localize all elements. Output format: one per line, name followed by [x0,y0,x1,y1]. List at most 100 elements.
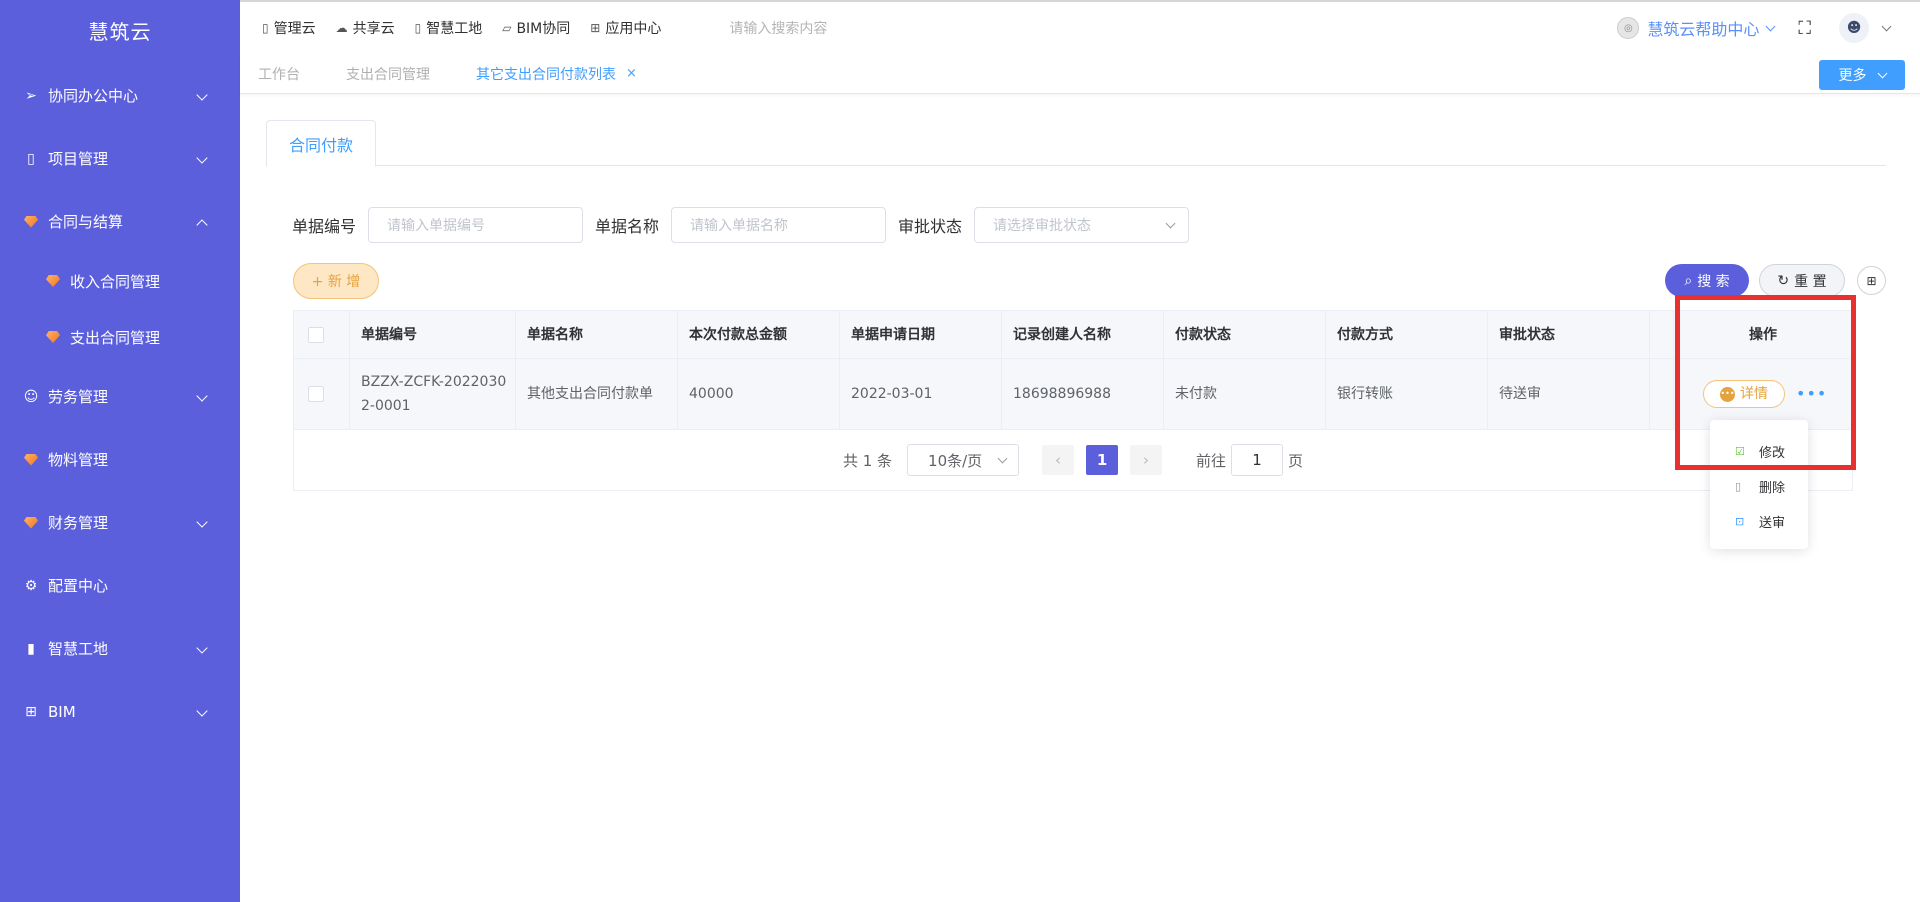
column-settings-icon[interactable]: ⊞ [1857,266,1886,295]
top-bar: ▯ 管理云 ☁ 共享云 ▯ 智慧工地 ▱ BIM协同 ⊞ 应用中心 请输入搜索内容 ◎ 慧… [240,0,1920,54]
top-search-input[interactable]: 请输入搜索内容 [729,18,929,38]
cell-payment-status: 未付款 [1164,359,1326,429]
name-input[interactable]: 请输入单据名称 [671,207,887,243]
sidebar-item-labor[interactable]: ☺ 劳务管理 [0,365,240,428]
goto-page-input[interactable]: 1 [1231,444,1284,476]
chevron-down-icon [196,151,208,164]
chevron-down-icon [997,453,1008,464]
highlight-box [1675,295,1856,470]
column-header: 单据申请日期 [840,311,1002,358]
add-button[interactable]: + 新 增 [293,263,379,299]
column-header [1650,311,1674,358]
help-center-label: 慧筑云帮助中心 [1647,20,1760,39]
tab-contract-payment[interactable]: 合同付款 [266,120,376,167]
diamond-icon [22,516,40,529]
sidebar-item-material[interactable]: 物料管理 [0,428,240,491]
page-size-value: 10条/页 [928,451,983,470]
search-icon: ⌕ [1684,272,1693,289]
topnav-app-center[interactable]: ⊞ 应用中心 [590,18,661,38]
send-icon: ➢ [25,87,37,104]
sidebar-item-bim[interactable]: ⊞ BIM [0,680,240,743]
goto-label: 前往 [1196,451,1227,470]
chevron-down-icon [196,515,208,528]
cloud-icon: ☁ [335,21,348,35]
sub-tabs: 合同付款 [266,120,1886,167]
table-tools: ⌕ 搜 索 ↻ 重 置 ⊞ [1665,264,1886,297]
sidebar-item-smart-site[interactable]: ▮ 智慧工地 [0,617,240,680]
chevron-left-icon: ‹ [1055,451,1062,469]
refresh-icon: ↻ [1777,272,1790,289]
sidebar-item-office[interactable]: ➢ 协同办公中心 [0,64,240,127]
tab-label: 其它支出合同付款列表 [476,66,616,83]
sidebar-item-label: 协同办公中心 [48,87,139,105]
cell-name: 其他支出合同付款单 [516,359,678,429]
status-placeholder: 请选择审批状态 [993,218,1092,234]
menu-item-delete[interactable]: ▯ 删除 [1710,469,1808,504]
prev-page-button[interactable]: ‹ [1042,445,1075,475]
filter-bar: 单据编号 请输入单据编号 单据名称 请输入单据名称 审批状态 请选择审批状态 [292,207,1201,243]
top-nav: ▯ 管理云 ☁ 共享云 ▯ 智慧工地 ▱ BIM协同 ⊞ 应用中心 [262,18,681,38]
submit-review-icon: ⊡ [1735,515,1745,528]
sidebar-item-contract[interactable]: 合同与结算 [0,190,240,253]
column-header: 付款方式 [1326,311,1488,358]
document-icon: ▯ [414,21,422,35]
cell-code: BZZX-ZCFK-20220302-0001 [350,359,516,429]
sidebar-item-label: 智慧工地 [48,640,109,658]
search-button[interactable]: ⌕ 搜 索 [1665,264,1749,297]
sidebar-item-expense-contract[interactable]: 支出合同管理 [0,309,240,365]
fullscreen-icon[interactable]: ⛶ [1798,18,1811,39]
column-header: 单据编号 [350,311,516,358]
next-page-button[interactable]: › [1130,445,1163,475]
sidebar-item-label: 收入合同管理 [70,272,161,291]
reset-button[interactable]: ↻ 重 置 [1759,264,1845,297]
sidebar-item-income-contract[interactable]: 收入合同管理 [0,253,240,309]
row-checkbox[interactable] [308,386,324,402]
pager-total: 共 1 条 [842,451,893,470]
more-label: 更多 [1838,68,1867,84]
more-button[interactable]: 更多 [1819,60,1905,90]
diamond-icon [44,275,62,287]
page-number[interactable]: 1 [1086,445,1119,475]
select-all-checkbox[interactable] [308,326,324,343]
topnav-bim[interactable]: ▱ BIM协同 [502,18,570,38]
sidebar-item-finance[interactable]: 财务管理 [0,491,240,554]
code-input[interactable]: 请输入单据编号 [368,207,584,243]
chevron-down-icon [196,88,208,101]
sidebar: 慧筑云 ➢ 协同办公中心 ▯ 项目管理 合同与结算 收入合同管理 支出合同管理 ☺ 劳… [0,0,240,902]
cell-creator: 18698896988 [1002,359,1164,429]
close-icon[interactable]: × [626,66,637,81]
tab-other-expense-payment[interactable]: 其它支出合同付款列表 × [476,64,637,84]
topnav-share-cloud[interactable]: ☁ 共享云 [336,18,395,38]
chevron-down-icon[interactable] [1881,21,1892,31]
column-header: 本次付款总金额 [678,311,840,358]
book-icon: ▯ [27,150,35,167]
topnav-smart-site[interactable]: ▯ 智慧工地 [415,18,483,38]
reset-label: 重 置 [1794,273,1827,290]
topnav-label: 应用中心 [605,21,662,37]
column-header: 单据名称 [516,311,678,358]
bar-chart-icon: ▮ [27,640,35,657]
payment-table: 单据编号 单据名称 本次付款总金额 单据申请日期 记录创建人名称 付款状态 付款… [293,310,1853,491]
sidebar-item-project[interactable]: ▯ 项目管理 [0,127,240,190]
help-logo-icon: ◎ [1617,17,1640,39]
status-label: 审批状态 [898,217,963,236]
tab-workbench[interactable]: 工作台 [258,64,300,84]
sidebar-item-label: 合同与结算 [48,213,124,231]
pagination: 共 1 条 10条/页 ‹ 1 › 前往 1 页 [294,430,1852,490]
diamond-icon [22,453,40,466]
topnav-management-cloud[interactable]: ▯ 管理云 [262,18,316,38]
gear-icon: ⚙ [24,577,38,594]
column-header: 付款状态 [1164,311,1326,358]
help-center-link[interactable]: 慧筑云帮助中心 [1647,16,1776,40]
menu-item-submit[interactable]: ⊡ 送审 [1710,504,1808,539]
tab-expense-contract[interactable]: 支出合同管理 [346,64,430,84]
grid-icon: ⊞ [25,703,37,720]
topnav-label: 管理云 [273,21,316,37]
topnav-label: 共享云 [352,21,395,37]
avatar[interactable]: ☻ [1839,13,1869,43]
table-row: BZZX-ZCFK-20220302-0001 其他支出合同付款单 40000 … [294,359,1852,430]
diamond-icon [22,215,40,228]
page-size-select[interactable]: 10条/页 [907,444,1020,476]
status-select[interactable]: 请选择审批状态 [974,207,1190,243]
sidebar-item-config[interactable]: ⚙ 配置中心 [0,554,240,617]
